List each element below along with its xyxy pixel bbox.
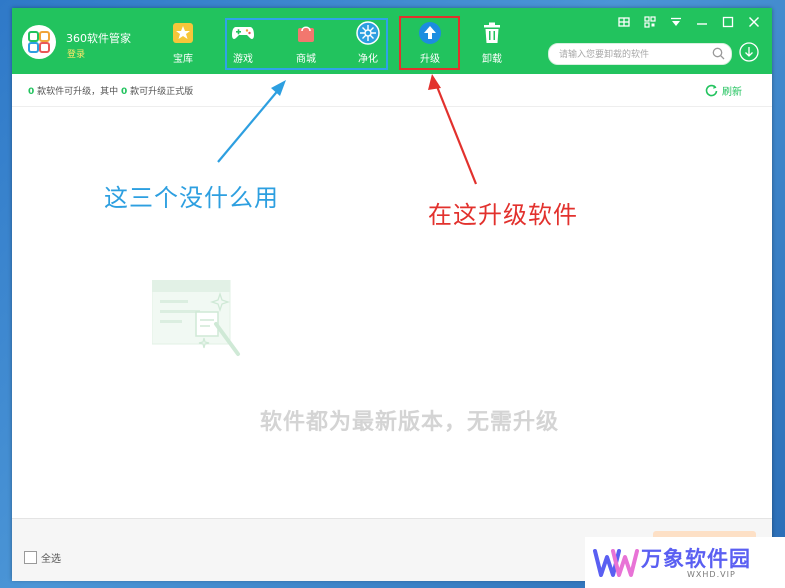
refresh-icon [705, 84, 718, 97]
nav-item-uninstall[interactable]: 卸载 [464, 20, 520, 70]
nav-label-treasury: 宝库 [173, 54, 193, 65]
select-all-label: 全选 [41, 554, 61, 565]
trash-icon [479, 20, 505, 46]
annotation-box-blue [225, 18, 388, 70]
app-name: 360软件管家 [66, 32, 131, 45]
app-window: 360软件管家 登录 宝库 游戏 商城 净化 升级 卸载 请输入您要卸载的软件 … [12, 8, 772, 581]
select-all-checkbox[interactable]: 全选 [24, 550, 61, 565]
app-logo-icon [28, 31, 50, 53]
menu-dropdown-icon[interactable] [670, 16, 682, 28]
search-input[interactable] [557, 46, 709, 64]
watermark-logo [593, 549, 639, 577]
software-list-area: 软件都为最新版本，无需升级 [12, 107, 772, 517]
annotation-text-blue: 这三个没什么用 [104, 184, 279, 212]
empty-state-illustration [151, 279, 242, 364]
star-icon [170, 20, 196, 46]
checkbox-box[interactable] [24, 551, 37, 564]
status-text-a: 款软件可升级，其中 [34, 87, 121, 97]
qr-code-icon[interactable] [644, 16, 656, 28]
nav-label-uninstall: 卸载 [482, 54, 502, 65]
app-logo [22, 25, 56, 59]
empty-state-message: 软件都为最新版本，无需升级 [260, 410, 560, 435]
close-icon[interactable] [748, 16, 760, 28]
watermark-url: WXHD.VIP [687, 570, 736, 579]
upgrade-status-bar: 0 款软件可升级，其中 0 款可升级正式版 刷新 [12, 74, 772, 107]
watermark-text: 万象软件园 [641, 547, 751, 571]
title-bar: 360软件管家 登录 宝库 游戏 商城 净化 升级 卸载 请输入您要卸载的软件 [12, 8, 772, 74]
refresh-label: 刷新 [722, 87, 742, 98]
refresh-button[interactable]: 刷新 [705, 83, 742, 98]
login-link[interactable]: 登录 [67, 47, 85, 60]
search-icon[interactable] [712, 47, 725, 60]
status-text-b: 款可升级正式版 [127, 87, 194, 97]
upgrade-count-text: 0 款软件可升级，其中 0 款可升级正式版 [28, 84, 193, 97]
minimize-icon[interactable] [696, 16, 708, 28]
download-icon[interactable] [739, 42, 759, 62]
maximize-icon[interactable] [722, 16, 734, 28]
annotation-box-red [399, 16, 460, 70]
skin-icon[interactable] [618, 16, 630, 28]
annotation-text-red: 在这升级软件 [428, 201, 578, 229]
watermark: 万象软件园 WXHD.VIP [585, 537, 785, 588]
window-controls [618, 16, 760, 28]
search-box [548, 43, 732, 65]
nav-item-treasury[interactable]: 宝库 [155, 20, 211, 70]
